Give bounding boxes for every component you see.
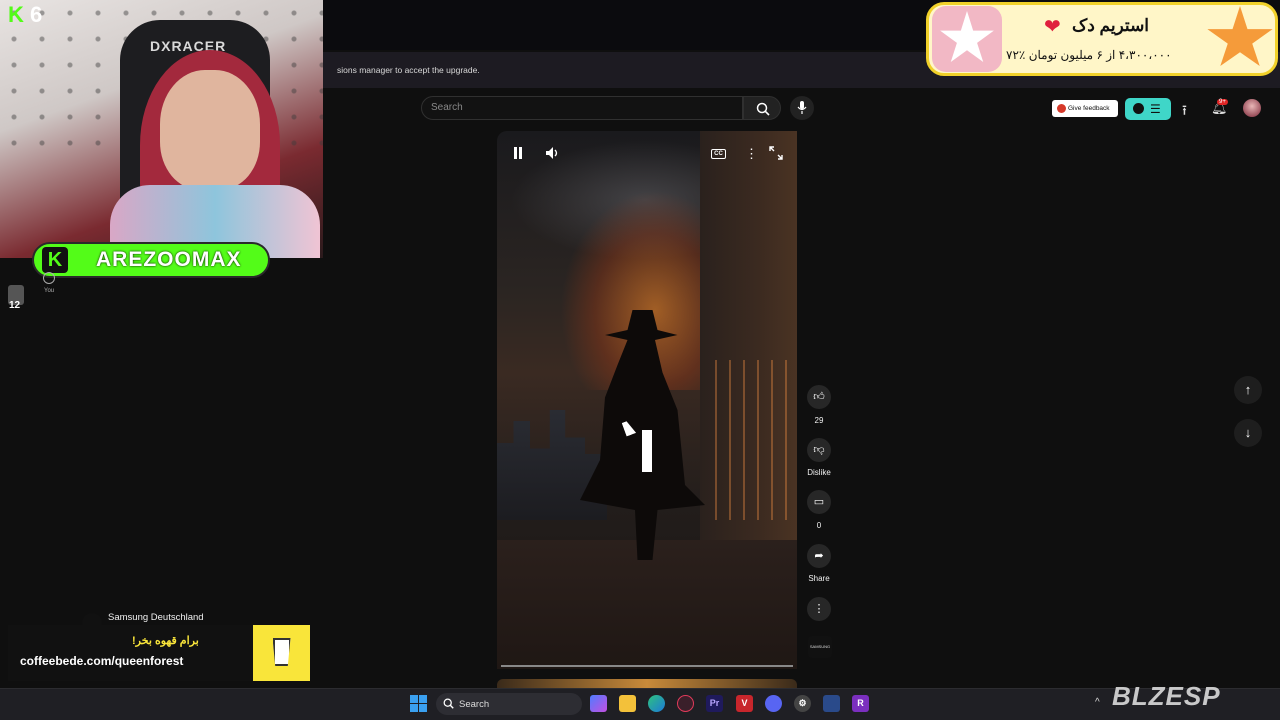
search-icon xyxy=(443,698,454,709)
kick-counter-value: 6 xyxy=(30,2,43,27)
taskbar-search-label: Search xyxy=(459,699,490,710)
chevron-up-icon[interactable]: ^ xyxy=(1095,697,1100,708)
taskbar-search[interactable] xyxy=(436,693,582,715)
arrow-up-icon: ↑ xyxy=(1244,382,1252,397)
extension-logo-icon xyxy=(1133,103,1144,114)
more-vertical-icon: ⋮ xyxy=(813,603,825,615)
dislike-label: Dislike xyxy=(807,468,831,477)
pause-icon xyxy=(514,147,522,159)
donation-progress: ۴،۳۰۰،۰۰۰ از ۶ میلیون تومان ٪۷۲ xyxy=(1006,48,1172,62)
premiere-icon[interactable]: Pr xyxy=(706,695,723,712)
comment-count: 0 xyxy=(816,521,822,530)
donation-progress-text: ۴،۳۰۰،۰۰۰ از ۶ میلیون تومان xyxy=(1028,48,1172,62)
volume-button[interactable] xyxy=(545,146,559,163)
webcam-overlay: DXRACER xyxy=(0,0,323,258)
watermark-logo: BLZESP xyxy=(1112,681,1221,711)
pause-button[interactable] xyxy=(512,146,524,163)
search-input[interactable] xyxy=(421,96,743,120)
kick-logo-icon: K xyxy=(42,247,68,273)
copilot-icon[interactable] xyxy=(590,695,607,712)
streamer-face xyxy=(160,70,260,190)
share-icon: ➦ xyxy=(814,550,824,562)
windows-start-icon[interactable] xyxy=(410,695,427,712)
search-icon xyxy=(756,102,770,116)
more-options-icon[interactable]: ⋮ xyxy=(745,146,758,162)
heart-icon: ❤ xyxy=(1044,16,1061,38)
avatar[interactable] xyxy=(1243,99,1261,117)
thumbs-up-icon: 👍︎ xyxy=(813,391,825,403)
edge-icon[interactable] xyxy=(648,695,665,712)
comment-icon: ▭ xyxy=(813,496,825,508)
settings-icon[interactable]: ⚙ xyxy=(794,695,811,712)
thumbs-down-icon: 👎︎ xyxy=(813,444,825,456)
you-icon[interactable] xyxy=(43,272,55,284)
expand-icon xyxy=(769,146,783,160)
menu-icon: ☰ xyxy=(1150,102,1161,116)
rockstar-icon[interactable]: R xyxy=(852,695,869,712)
extension-notice-text: sions manager to accept the upgrade. xyxy=(337,65,480,75)
share-label: Share xyxy=(808,574,830,583)
text-cursor-icon xyxy=(642,430,652,472)
opera-icon[interactable] xyxy=(677,695,694,712)
like-button[interactable]: 👍︎ xyxy=(807,385,831,409)
kick-logo-icon: K xyxy=(8,2,24,27)
discord-icon[interactable] xyxy=(765,695,782,712)
extension-menu-button[interactable] xyxy=(1125,98,1171,120)
volume-icon xyxy=(546,147,558,159)
more-actions-button[interactable]: ⋮ xyxy=(807,597,831,621)
video-progress-bar[interactable] xyxy=(501,665,793,667)
vivaldi-icon[interactable]: V xyxy=(736,695,753,712)
star-mascot-icon xyxy=(932,6,1002,72)
like-count: 29 xyxy=(814,416,824,425)
voice-search-button[interactable] xyxy=(790,96,814,120)
captions-button[interactable]: CC xyxy=(711,149,726,159)
streamer-name: AREZOOMAX xyxy=(96,248,242,271)
notifications-badge: 9+ xyxy=(1217,99,1228,105)
comments-button[interactable]: ▭ xyxy=(807,490,831,514)
next-short-button[interactable]: ↓ xyxy=(1234,419,1262,447)
fullscreen-button[interactable] xyxy=(769,146,783,163)
kick-counter-badge: K 6 xyxy=(8,2,42,28)
search-placeholder: Search xyxy=(431,102,463,113)
app-icon[interactable] xyxy=(823,695,840,712)
sidebar-item-you[interactable]: You xyxy=(44,288,54,294)
coffee-url: coffeebede.com/queenforest xyxy=(20,654,184,668)
channel-name[interactable]: Samsung Deutschland xyxy=(108,612,204,623)
windows-taskbar xyxy=(0,688,1280,720)
previous-short-button[interactable]: ↑ xyxy=(1234,376,1262,404)
microphone-icon xyxy=(797,101,807,114)
arrow-down-icon: ↓ xyxy=(1244,425,1252,440)
feedback-icon xyxy=(1057,104,1066,113)
coffee-cup-icon xyxy=(253,625,310,681)
video-building-windows xyxy=(715,360,790,520)
coffee-title: برام قهوه بخر! xyxy=(132,635,199,647)
upload-icon[interactable]: ⭱ xyxy=(1182,100,1187,124)
dislike-button[interactable]: 👎︎ xyxy=(807,438,831,462)
channel-thumbnail[interactable]: SAMSUNG xyxy=(808,636,832,658)
donation-percent: ٪۷۲ xyxy=(1006,48,1026,62)
share-button[interactable]: ➦ xyxy=(807,544,831,568)
file-explorer-icon[interactable] xyxy=(619,695,636,712)
search-button[interactable] xyxy=(743,96,781,120)
sidebar-number: 12 xyxy=(9,300,21,311)
donation-title: استریم دک xyxy=(1072,16,1150,35)
